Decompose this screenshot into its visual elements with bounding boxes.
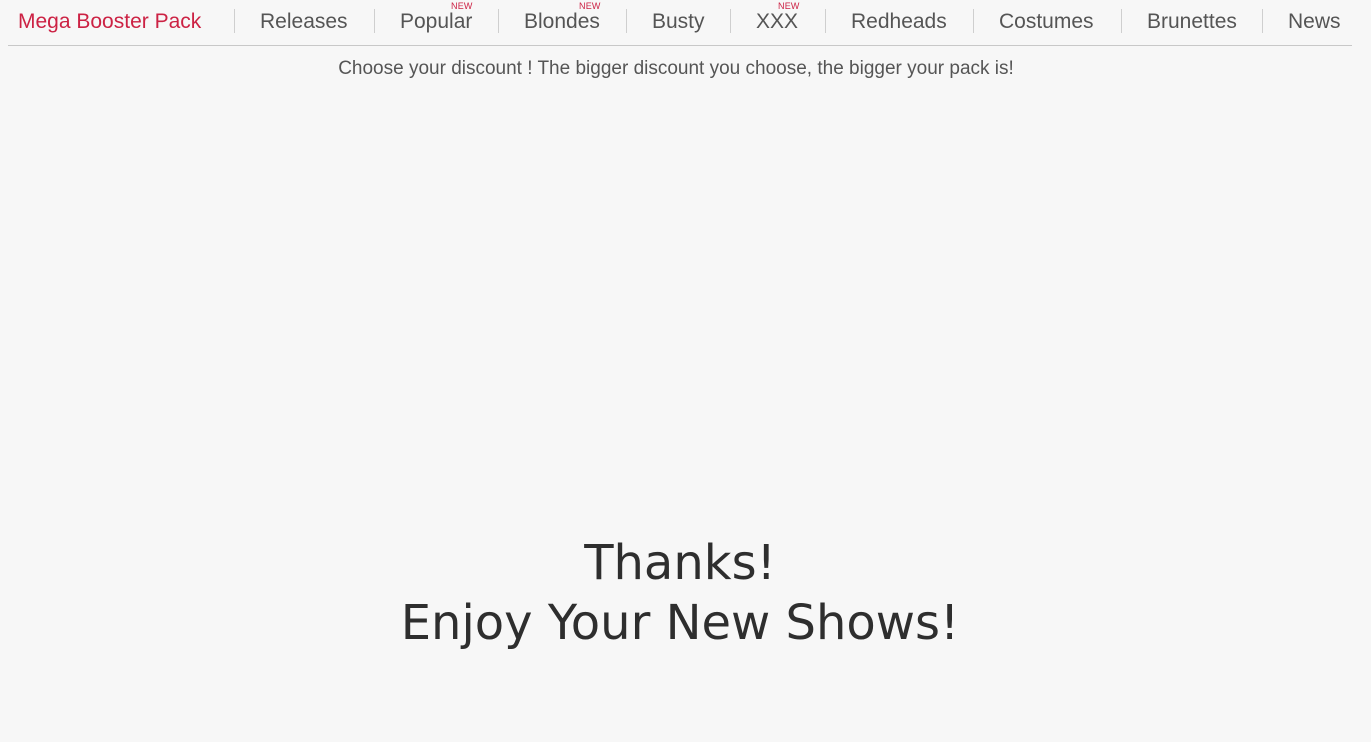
nav-divider (498, 9, 499, 33)
nav-item-blondes[interactable]: Blondes (524, 10, 600, 34)
nav-item-releases[interactable]: Releases (260, 10, 348, 34)
new-badge-xxx: NEW (778, 1, 800, 11)
nav-divider (973, 9, 974, 33)
nav-item-news[interactable]: News (1288, 10, 1341, 34)
discount-tagline: Choose your discount ! The bigger discou… (338, 58, 1014, 79)
nav-divider (1262, 9, 1263, 33)
nav-item-busty[interactable]: Busty (652, 10, 705, 34)
nav-divider (374, 9, 375, 33)
nav-brand-link[interactable]: Mega Booster Pack (18, 10, 201, 34)
nav-divider (1121, 9, 1122, 33)
new-badge-popular: NEW (451, 1, 473, 11)
nav-item-popular[interactable]: Popular (400, 10, 472, 34)
nav-divider (234, 9, 235, 33)
nav-item-brunettes[interactable]: Brunettes (1147, 10, 1237, 34)
enjoy-shows-heading: Enjoy Your New Shows! (400, 595, 960, 651)
nav-item-xxx[interactable]: XXX (756, 10, 798, 34)
nav-divider (730, 9, 731, 33)
thanks-heading: Thanks! (584, 535, 776, 591)
nav-divider (825, 9, 826, 33)
nav-item-costumes[interactable]: Costumes (999, 10, 1094, 34)
new-badge-blondes: NEW (579, 1, 601, 11)
nav-divider (626, 9, 627, 33)
nav-item-redheads[interactable]: Redheads (851, 10, 947, 34)
top-navigation: Mega Booster Pack Releases Popular NEW B… (8, 0, 1352, 46)
